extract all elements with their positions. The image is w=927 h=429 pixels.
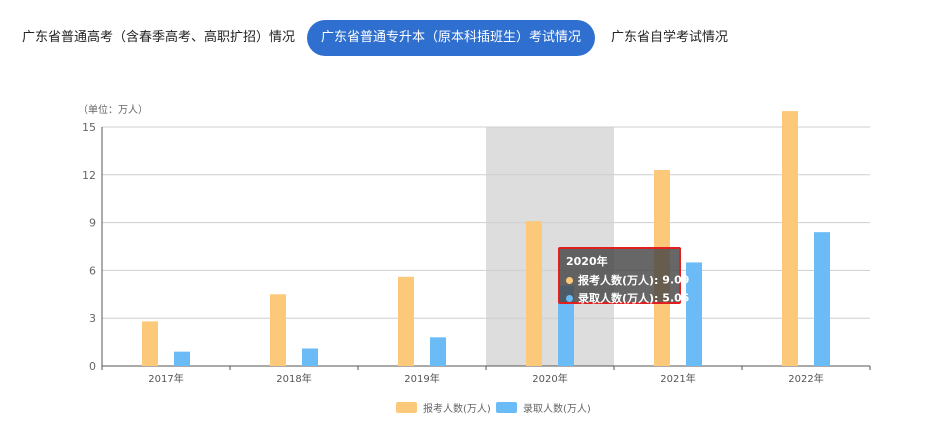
bar-applicants bbox=[398, 276, 414, 366]
bar-applicants bbox=[270, 294, 286, 366]
legend-swatch-applicants bbox=[396, 402, 417, 413]
legend-item-applicants[interactable]: 报考人数(万人) bbox=[396, 397, 491, 415]
legend-item-admitted[interactable]: 录取人数(万人) bbox=[496, 397, 591, 415]
tooltip-title: 2020年 bbox=[566, 255, 608, 268]
legend-label-admitted: 录取人数(万人) bbox=[523, 404, 591, 415]
tooltip-row-applicants: 报考人数(万人): 9.09 bbox=[566, 272, 689, 288]
x-tick-label: 2017年 bbox=[148, 372, 183, 385]
tooltip-label-applicants: 报考人数(万人): bbox=[578, 274, 663, 287]
tab-self-study[interactable]: 广东省自学考试情况 bbox=[611, 20, 728, 56]
y-tick-label: 9 bbox=[89, 217, 96, 230]
tooltip-value-admitted: 5.05 bbox=[662, 291, 690, 305]
y-tick-label: 3 bbox=[89, 312, 96, 325]
tooltip-dot-applicants bbox=[566, 276, 573, 284]
tooltip-dot-admitted bbox=[566, 294, 573, 302]
bar-admitted bbox=[430, 337, 446, 366]
tab-gaokao[interactable]: 广东省普通高考（含春季高考、高职扩招）情况 bbox=[22, 20, 295, 56]
x-tick-label: 2019年 bbox=[404, 372, 439, 385]
y-tick-label: 6 bbox=[89, 264, 96, 277]
tooltip-row-admitted: 录取人数(万人): 5.05 bbox=[566, 290, 689, 306]
bar-admitted bbox=[174, 351, 190, 366]
tooltip-label-admitted: 录取人数(万人): bbox=[578, 292, 663, 305]
legend-swatch-admitted bbox=[496, 402, 517, 413]
y-tick-label: 12 bbox=[82, 169, 96, 182]
bar-applicants bbox=[142, 321, 158, 366]
y-tick-label: 0 bbox=[89, 360, 96, 373]
bar-applicants bbox=[782, 111, 798, 366]
x-tick-label: 2020年 bbox=[532, 372, 567, 385]
tooltip-value-applicants: 9.09 bbox=[662, 273, 690, 287]
chart-tooltip: 2020年 报考人数(万人): 9.09 录取人数(万人): 5.05 bbox=[558, 247, 689, 306]
bar-applicants bbox=[526, 221, 542, 366]
bar-chart: （单位：万人） 0 3 6 9 12 15 2017年 2018年 2019年 2020年 2021… bbox=[0, 90, 927, 429]
bar-admitted bbox=[302, 348, 318, 366]
x-tick-label: 2021年 bbox=[660, 372, 695, 385]
chart-canvas: 0 3 6 9 12 15 2017年 2018年 2019年 2020年 2021年 2022年 bbox=[82, 111, 871, 385]
legend-label-applicants: 报考人数(万人) bbox=[423, 404, 491, 415]
bar-admitted bbox=[814, 232, 830, 366]
x-tick-label: 2022年 bbox=[788, 372, 823, 385]
y-tick-label: 15 bbox=[82, 121, 96, 134]
x-tick-label: 2018年 bbox=[276, 372, 311, 385]
tab-zhuanshengben[interactable]: 广东省普通专升本（原本科插班生）考试情况 bbox=[307, 20, 595, 56]
tab-bar: 广东省普通高考（含春季高考、高职扩招）情况 广东省普通专升本（原本科插班生）考试… bbox=[0, 0, 927, 72]
